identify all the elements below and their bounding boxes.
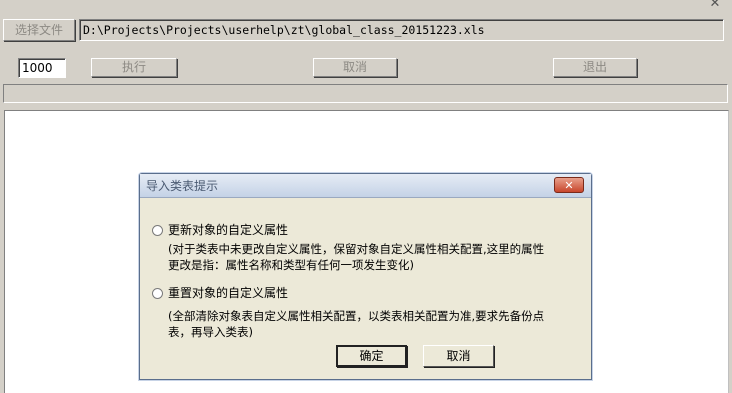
execute-button[interactable]: 执行 [91, 58, 177, 77]
reset-desc-line2: 表，再导入类表) [168, 325, 253, 339]
reset-attributes-description: (全部清除对象表自定义属性相关配置，以类表相关配置为准,要求先备份点 表，再导入… [168, 308, 544, 340]
dialog-cancel-button[interactable]: 取消 [423, 345, 494, 367]
update-desc-line2: 更改是指：属性名称和类型有任何一项发生变化) [168, 258, 414, 272]
update-attributes-label[interactable]: 更新对象的自定义属性 [168, 221, 288, 238]
select-file-button[interactable]: 选择文件 [3, 19, 75, 41]
dialog-close-icon[interactable]: ✕ [554, 177, 584, 193]
update-attributes-radio[interactable] [152, 225, 163, 236]
import-class-table-dialog: 导入类表提示 ✕ 更新对象的自定义属性 (对于类表中未更改自定义属性，保留对象自… [139, 173, 592, 380]
window-close-icon[interactable]: ✕ [708, 0, 722, 11]
update-attributes-description: (对于类表中未更改自定义属性，保留对象自定义属性相关配置,这里的属性 更改是指：… [168, 241, 544, 273]
reset-desc-line1: (全部清除对象表自定义属性相关配置，以类表相关配置为准,要求先备份点 [168, 309, 545, 323]
count-input[interactable]: 1000 [18, 58, 66, 78]
window-titlebar: ✕ [0, 0, 732, 14]
cancel-button[interactable]: 取消 [313, 58, 397, 77]
update-desc-line1: (对于类表中未更改自定义属性，保留对象自定义属性相关配置,这里的属性 [168, 242, 545, 256]
dialog-title: 导入类表提示 [146, 179, 219, 193]
reset-attributes-label[interactable]: 重置对象的自定义属性 [168, 284, 288, 301]
file-path-field[interactable]: D:\Projects\Projects\userhelp\zt\global_… [79, 19, 724, 41]
reset-attributes-radio[interactable] [152, 288, 163, 299]
ok-button[interactable]: 确定 [336, 345, 407, 367]
exit-button[interactable]: 退出 [553, 58, 637, 77]
status-bar [3, 84, 728, 103]
dialog-titlebar: 导入类表提示 ✕ [140, 174, 591, 198]
